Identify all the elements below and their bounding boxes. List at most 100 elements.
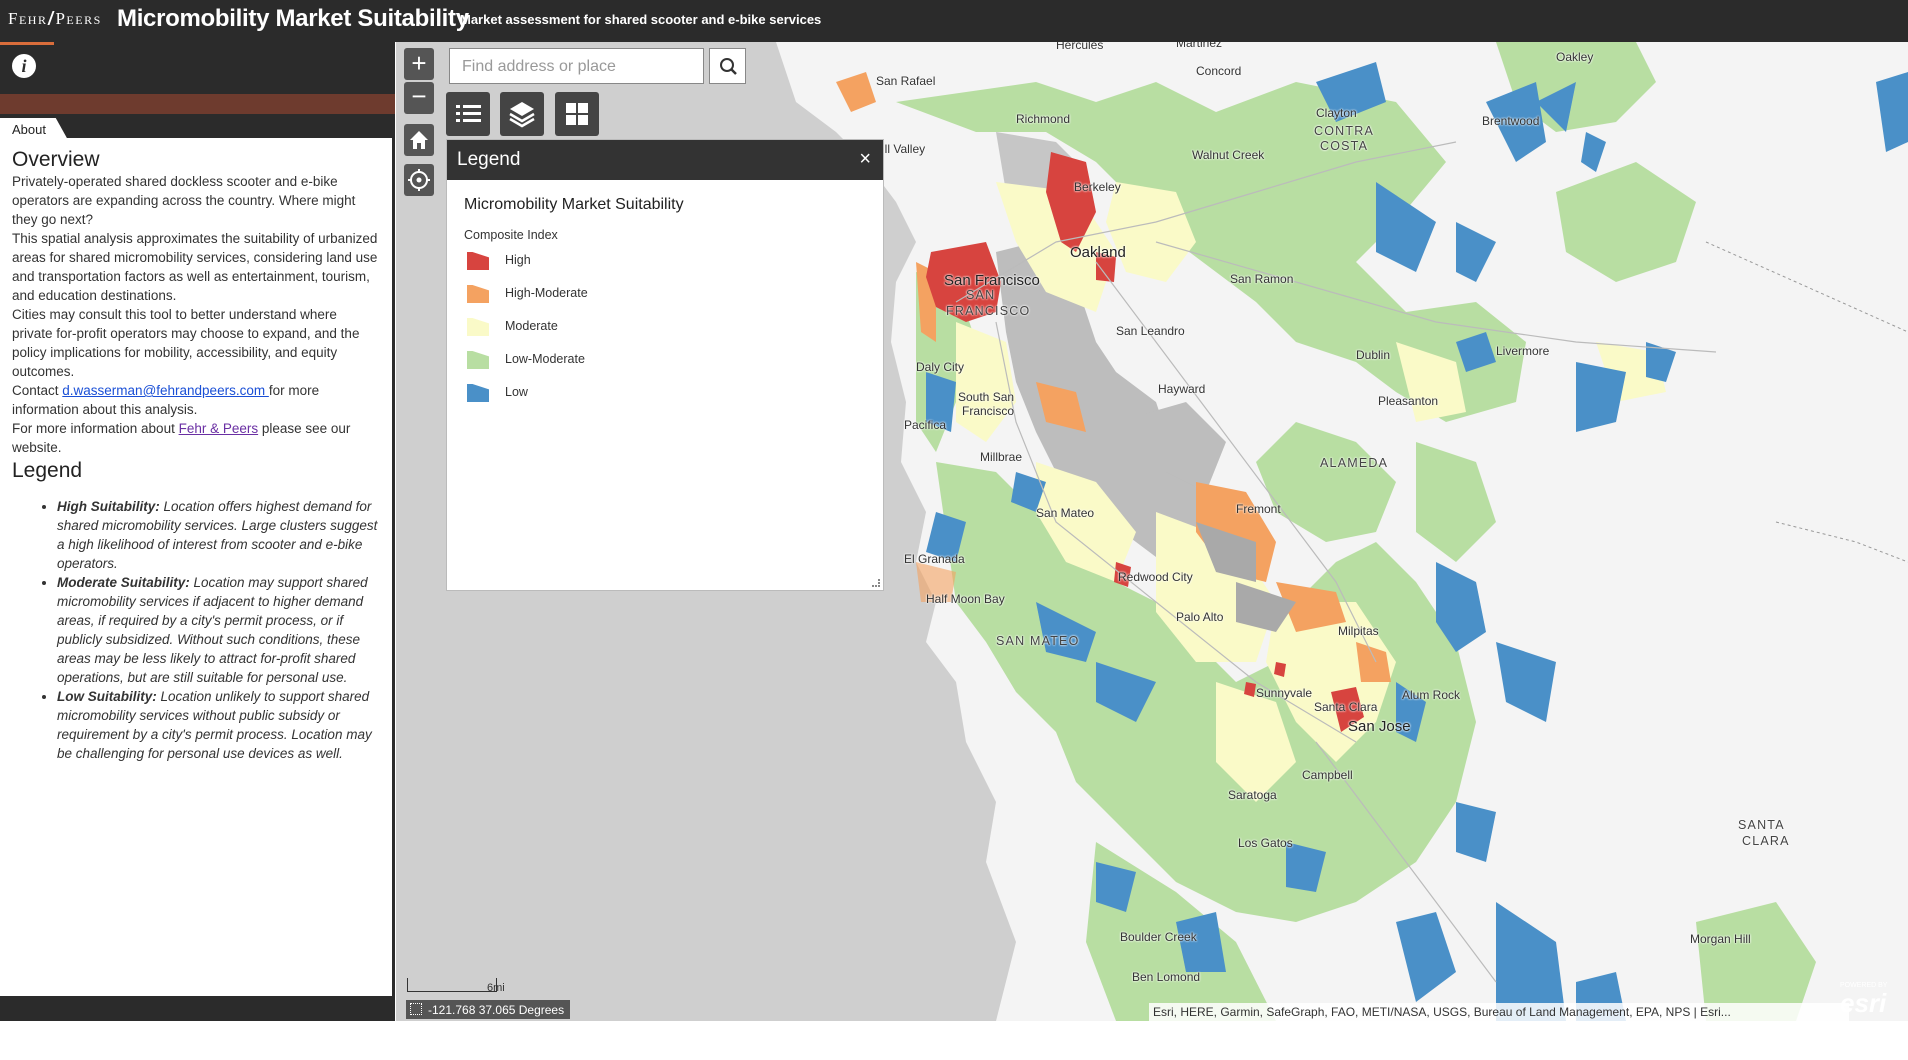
brand-word-1: Fehr (8, 9, 48, 28)
scale-bar (407, 978, 497, 992)
place-sf-county: SAN (966, 288, 996, 302)
place-el-granada: El Granada (904, 552, 965, 566)
collapse-sidebar-icon[interactable]: ◂◂ (358, 1046, 370, 1060)
place-walnut-creek: Walnut Creek (1192, 148, 1265, 162)
list-item-high: High Suitability: Location offers highes… (57, 497, 380, 573)
zoom-out-button[interactable]: − (404, 82, 434, 114)
legend-panel-title: Legend (457, 149, 521, 170)
overview-paragraph-3: Cities may consult this tool to better u… (12, 307, 360, 379)
locate-icon (408, 169, 430, 191)
place-clayton: Clayton (1316, 106, 1357, 120)
suitability-list: High Suitability: Location offers highes… (57, 497, 380, 763)
place-pacifica: Pacifica (904, 418, 947, 432)
place-oakley: Oakley (1556, 50, 1594, 64)
tab-about[interactable]: About (0, 118, 68, 140)
place-clara: CLARA (1742, 834, 1790, 848)
layers-icon (509, 102, 535, 128)
place-pleasanton: Pleasanton (1378, 394, 1439, 408)
place-fremont: Fremont (1236, 502, 1281, 516)
place-alameda: ALAMEDA (1320, 456, 1389, 470)
place-palo-alto: Palo Alto (1176, 610, 1224, 624)
place-contra: CONTRA (1314, 124, 1374, 138)
overview-paragraph-1: Privately-operated shared dockless scoot… (12, 174, 356, 227)
place-south-sf2: Francisco (962, 404, 1015, 418)
legend-label: Moderate (505, 319, 558, 333)
overview-heading: Overview (12, 148, 100, 171)
search-icon (720, 58, 737, 75)
fehr-peers-logo[interactable]: Fehr Peers (8, 9, 102, 29)
fehr-peers-link[interactable]: Fehr & Peers (179, 421, 259, 436)
list-term: High Suitability: (57, 499, 160, 514)
app-title: Micromobility Market Suitability (117, 5, 469, 32)
place-san-mateo-county: SAN MATEO (996, 634, 1080, 648)
place-concord: Concord (1196, 64, 1242, 78)
list-desc: Location may support shared micromobilit… (57, 575, 368, 685)
close-icon[interactable]: × (859, 148, 871, 171)
active-tool-indicator (0, 42, 54, 45)
legend-swatch (467, 252, 489, 270)
legend-label: Low (505, 385, 528, 399)
place-redwood-city: Redwood City (1118, 570, 1193, 584)
place-hercules: Hercules (1056, 42, 1104, 52)
legend-panel-header: Legend × (447, 140, 883, 180)
place-martinez: Martinez (1176, 42, 1223, 50)
contact-prefix: Contact (12, 383, 63, 398)
app-subtitle: Market assessment for shared scooter and… (460, 12, 822, 27)
place-saratoga: Saratoga (1228, 788, 1277, 802)
legend-layer-name: Micromobility Market Suitability (464, 196, 684, 213)
place-livermore: Livermore (1496, 344, 1550, 358)
place-half-moon-bay: Half Moon Bay (926, 592, 1005, 606)
place-costa: COSTA (1320, 139, 1369, 153)
list-term: Low Suitability: (57, 689, 157, 704)
place-campbell: Campbell (1302, 768, 1353, 782)
brand-word-2: Peers (55, 9, 102, 28)
place-santa: SANTA (1738, 818, 1785, 832)
place-ben-lomond: Ben Lomond (1132, 970, 1201, 984)
legend-swatch (467, 384, 489, 402)
legend-label: Low-Moderate (505, 352, 585, 366)
legend-panel: Legend × Micromobility Market Suitabilit… (446, 139, 884, 591)
place-alum-rock: Alum Rock (1402, 688, 1461, 702)
logo-slash (47, 11, 56, 25)
legend-swatch (467, 318, 489, 336)
coordinate-readout[interactable]: -121.768 37.065 Degrees (406, 1000, 571, 1019)
legend-heading: Legend (12, 459, 83, 482)
app-header: Fehr Peers Micromobility Market Suitabili… (0, 0, 1908, 42)
coordinate-icon[interactable] (410, 1003, 422, 1015)
place-daly-city: Daly City (916, 360, 965, 374)
place-millbrae: Millbrae (980, 450, 1023, 464)
sidebar-band (0, 94, 395, 114)
overview-paragraph-2: This spatial analysis approximates the s… (12, 231, 378, 303)
place-sf-county2: FRANCISCO (946, 304, 1031, 318)
place-richmond: Richmond (1016, 112, 1071, 126)
list-icon (456, 105, 481, 122)
home-button[interactable] (404, 124, 434, 156)
contact-paragraph: Contact d.wasserman@fehrandpeers.com for… (12, 381, 380, 419)
place-san-rafael: San Rafael (876, 74, 936, 88)
search-button[interactable] (709, 48, 746, 84)
list-item-moderate: Moderate Suitability: Location may suppo… (57, 573, 380, 687)
contact-email-link[interactable]: d.wasserman@fehrandpeers.com (62, 383, 269, 398)
place-hayward: Hayward (1158, 382, 1206, 396)
zoom-in-button[interactable]: + (404, 48, 434, 80)
place-santa-clara: Santa Clara (1314, 700, 1378, 714)
resize-handle[interactable] (872, 579, 880, 587)
scale-label: 6mi (487, 982, 505, 994)
legend-label: High (505, 253, 531, 267)
place-san-leandro: San Leandro (1116, 324, 1185, 338)
place-boulder-creek: Boulder Creek (1120, 930, 1197, 944)
layers-tool-button[interactable] (500, 92, 544, 136)
place-san-francisco: San Francisco (944, 272, 1040, 289)
info-icon[interactable]: i (12, 54, 36, 78)
place-sunnyvale: Sunnyvale (1256, 686, 1313, 700)
place-dublin: Dublin (1356, 348, 1391, 362)
map-attribution[interactable]: Esri, HERE, Garmin, SafeGraph, FAO, METI… (1149, 1003, 1849, 1021)
more-info-paragraph: For more information about Fehr & Peers … (12, 419, 380, 457)
basemap-tool-button[interactable] (555, 92, 599, 136)
locate-button[interactable] (404, 164, 434, 196)
place-san-mateo: San Mateo (1036, 506, 1095, 520)
place-san-ramon: San Ramon (1230, 272, 1294, 286)
esri-logo[interactable]: POWERED BY esri (1836, 980, 1902, 1018)
legend-tool-button[interactable] (446, 92, 490, 136)
search-input[interactable]: Find address or place (449, 48, 704, 84)
